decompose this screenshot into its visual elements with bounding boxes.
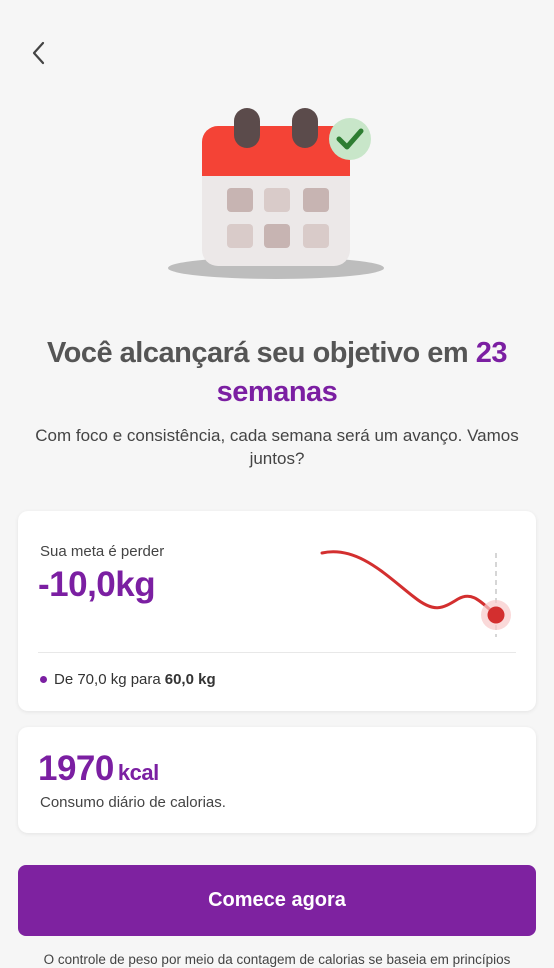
weeks-number: 23 (475, 337, 508, 369)
back-button[interactable] (22, 36, 56, 70)
goal-card: Sua meta é perder -10,0kg De 70,0 kg par… (18, 511, 536, 711)
range-target: 60,0 kg (164, 671, 216, 688)
calories-value-row: 1970 kcal (38, 749, 159, 789)
hero-illustration (160, 100, 400, 290)
weight-range: De 70,0 kg para 60,0 kg (40, 671, 216, 688)
goal-value: -10,0kg (38, 565, 156, 604)
calories-card: 1970 kcal Consumo diário de calorias. (18, 727, 536, 833)
subtitle: Com foco e consistência, cada semana ser… (35, 426, 519, 468)
goal-label: Sua meta é perder (40, 543, 165, 560)
footer-disclaimer: O controle de peso por meio da contagem … (43, 952, 511, 967)
start-now-button[interactable]: Comece agora (18, 865, 536, 936)
divider (38, 652, 516, 653)
headline-prefix: Você alcançará seu objetivo em (46, 337, 476, 369)
calories-value: 1970 (38, 749, 114, 788)
calendar-check-icon (168, 108, 384, 279)
weight-trend-graph (320, 550, 511, 637)
bullet-dot (40, 676, 47, 683)
range-prefix: De 70,0 kg para (54, 671, 161, 688)
weeks-unit: semanas (216, 376, 338, 408)
calories-unit: kcal (117, 760, 159, 785)
calories-label: Consumo diário de calorias. (40, 794, 226, 811)
page-title: Você alcançará seu objetivo em 23 semana… (20, 334, 534, 412)
chevron-left-icon (32, 41, 45, 65)
